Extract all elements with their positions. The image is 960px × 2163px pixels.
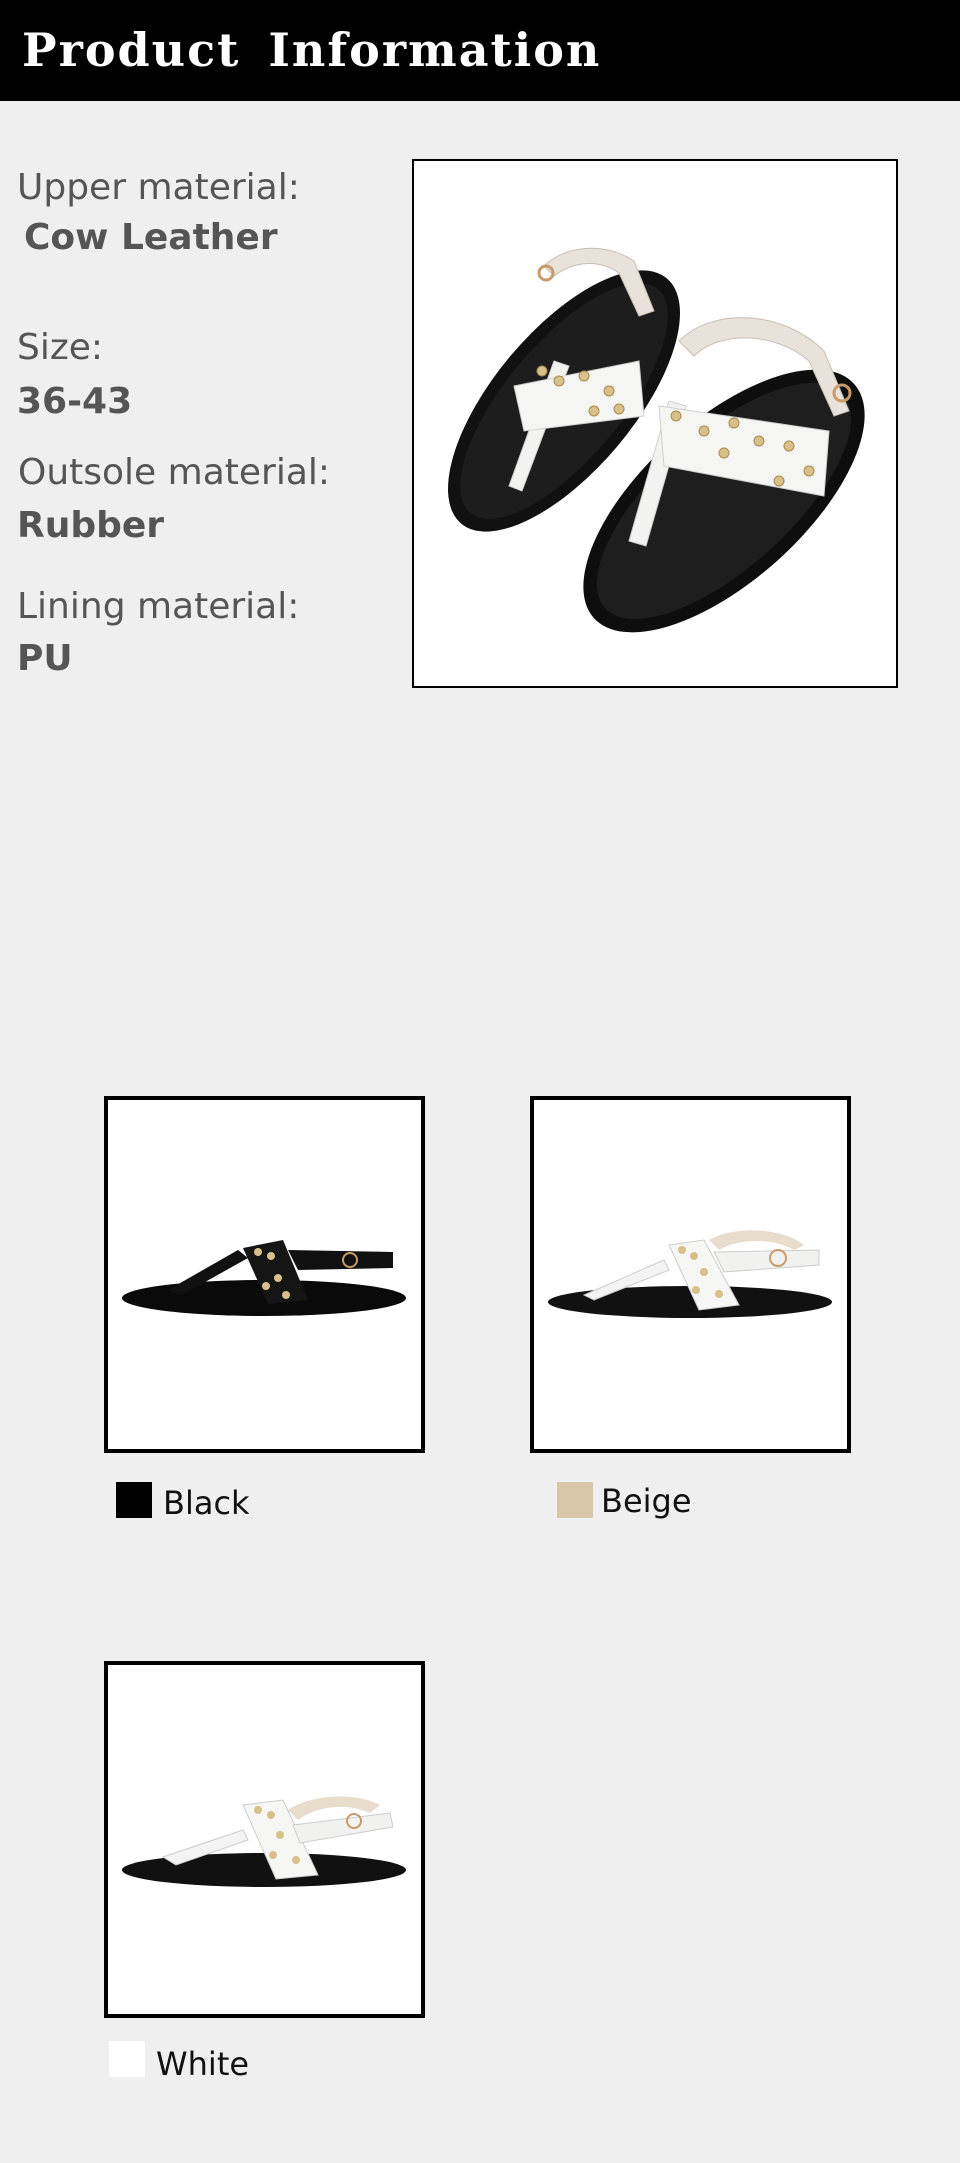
spec-value-size: 36-43 (17, 381, 133, 422)
color-swatch-beige[interactable] (557, 1482, 593, 1518)
hero-product-image (412, 159, 898, 688)
color-label-beige: Beige (601, 1482, 692, 1520)
header-bar: Product Information (0, 0, 960, 101)
spec-label-size: Size: (17, 327, 104, 368)
beige-sandal-image (548, 1230, 832, 1318)
variant-image-beige[interactable] (530, 1096, 851, 1453)
page-title: Product Information (22, 23, 602, 77)
color-swatch-white[interactable] (109, 2041, 145, 2077)
spec-label-lining-material: Lining material: (17, 586, 300, 627)
sandal-pair-image (448, 247, 865, 633)
spec-value-outsole-material: Rubber (17, 505, 165, 546)
spec-label-upper-material: Upper material: (17, 167, 300, 208)
variant-image-white[interactable] (104, 1661, 425, 2018)
color-label-white: White (156, 2045, 250, 2083)
spec-value-upper-material: Cow Leather (24, 217, 278, 258)
variant-image-black[interactable] (104, 1096, 425, 1453)
color-label-black: Black (163, 1484, 250, 1522)
spec-value-lining-material: PU (17, 638, 73, 679)
white-sandal-image (122, 1796, 406, 1887)
black-sandal-image (122, 1240, 406, 1316)
spec-label-outsole-material: Outsole material: (18, 452, 331, 493)
color-swatch-black[interactable] (116, 1482, 152, 1518)
